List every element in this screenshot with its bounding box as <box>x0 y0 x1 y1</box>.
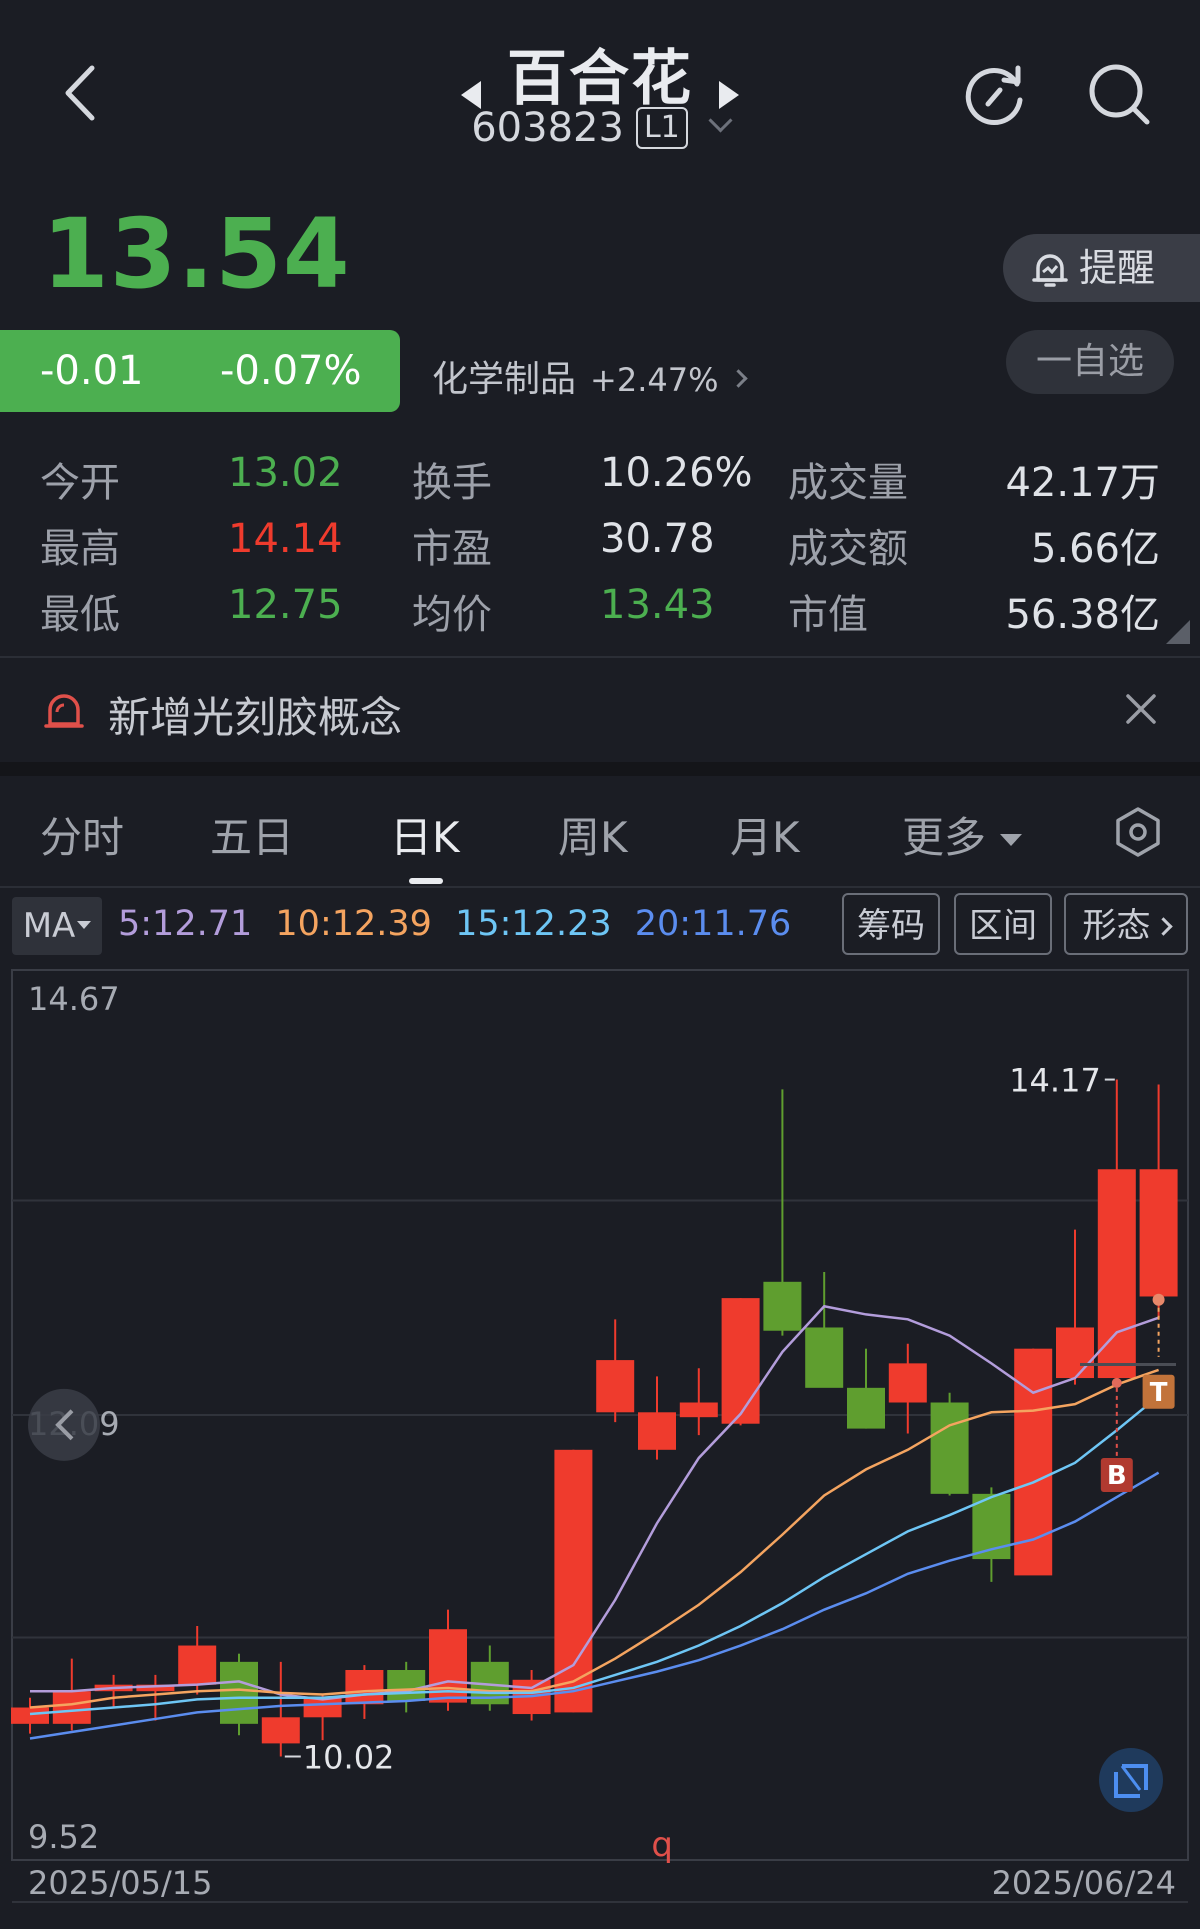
stat-avg-value: 13.43 <box>600 582 715 628</box>
x-end-date: 2025/06/24 <box>992 1864 1176 1902</box>
candle-body <box>52 1691 91 1724</box>
candle-body <box>345 1670 384 1705</box>
candle-body <box>1139 1169 1178 1297</box>
buy-marker-dot <box>1111 1377 1122 1388</box>
candle-body <box>679 1402 718 1418</box>
tp-marker-label: T <box>1150 1378 1168 1408</box>
settings-hexagon-icon[interactable] <box>1112 806 1164 858</box>
industry-name: 化学制品 <box>432 359 577 400</box>
stat-open-value: 13.02 <box>228 450 343 496</box>
stat-open-label: 今开 <box>40 460 120 506</box>
tab-five-day[interactable]: 五日 <box>210 804 294 865</box>
collapse-button <box>28 1388 100 1461</box>
stat-low-value: 12.75 <box>228 582 343 628</box>
tab-intraday[interactable]: 分时 <box>40 804 124 865</box>
candle-body <box>261 1717 300 1744</box>
stock-name: 百合花 <box>507 44 693 114</box>
close-icon[interactable] <box>1122 690 1160 728</box>
candle-body <box>721 1298 760 1424</box>
watchlist-button[interactable]: 一自选 <box>1006 330 1174 394</box>
stat-mktcap-value: 56.38亿 <box>1005 592 1160 638</box>
chips-button[interactable]: 筹码 <box>842 893 940 955</box>
range-button[interactable]: 区间 <box>954 893 1052 955</box>
stat-turnover-label: 换手 <box>412 460 492 506</box>
ma20-value: 20:11.76 <box>634 904 792 944</box>
stat-turnover-value: 10.26% <box>600 450 753 496</box>
ma10-value: 10:12.39 <box>275 904 432 944</box>
tab-more[interactable]: 更多 <box>902 804 1023 865</box>
caret-down-icon <box>1000 834 1023 846</box>
level-badge: L1 <box>635 107 688 149</box>
stat-high-value: 14.14 <box>228 516 343 562</box>
ma5-value: 5:12.71 <box>118 904 253 944</box>
stat-volume-value: 42.17万 <box>1005 460 1160 506</box>
tp-marker-dot <box>1152 1293 1165 1306</box>
candle-body <box>847 1387 885 1429</box>
buy-marker-label: B <box>1107 1461 1127 1491</box>
candle-body <box>638 1412 676 1450</box>
y-tick-label: 9.52 <box>28 1818 99 1856</box>
price-level-line <box>1080 1363 1176 1366</box>
low-marker-label: 10.02 <box>303 1738 395 1776</box>
candle-body <box>11 1707 49 1724</box>
industry-link[interactable]: 化学制品 +2.47% <box>432 350 749 402</box>
current-price: 13.54 <box>42 198 351 310</box>
chevron-down-icon <box>708 108 733 133</box>
active-tab-indicator <box>409 878 443 884</box>
stat-high-label: 最高 <box>40 526 120 572</box>
stat-pe-value: 30.78 <box>600 516 715 562</box>
remind-label: 提醒 <box>1079 246 1156 290</box>
candle-body <box>387 1670 426 1701</box>
candle-body <box>1056 1327 1094 1379</box>
notice-text: 新增光刻胶概念 <box>108 693 403 742</box>
pattern-button[interactable]: 形态 <box>1064 893 1188 955</box>
candle-body <box>763 1281 802 1331</box>
x-start-date: 2025/05/15 <box>28 1864 212 1902</box>
y-tick-label: 14.67 <box>28 980 120 1018</box>
candle-body <box>178 1645 217 1685</box>
tab-weekly-k[interactable]: 周K <box>558 804 628 865</box>
header: 百合花 603823 L1 <box>0 0 1200 170</box>
chevron-right-icon <box>729 369 749 388</box>
ma15-value: 15:12.23 <box>455 904 612 944</box>
caret-down-icon <box>77 921 92 929</box>
candlestick-chart[interactable]: 14.6712.099.522025/05/152025/06/2414.171… <box>0 960 1200 1929</box>
tab-more-label: 更多 <box>902 813 987 862</box>
tab-daily-k[interactable]: 日K <box>390 804 460 865</box>
price-change: -0.01 <box>40 348 144 394</box>
stat-amount-value: 5.66亿 <box>1030 526 1160 572</box>
bell-alert-icon <box>1032 254 1068 287</box>
stat-amount-label: 成交额 <box>788 526 908 572</box>
ma-label: MA <box>22 906 76 946</box>
stat-pe-label: 市盈 <box>412 526 492 572</box>
refresh-icon[interactable] <box>960 60 1030 130</box>
stat-mktcap-label: 市值 <box>788 592 868 638</box>
stat-volume-label: 成交量 <box>788 460 908 506</box>
stat-low-label: 最低 <box>40 592 120 638</box>
expand-stats-icon[interactable] <box>1166 620 1190 644</box>
tab-monthly-k[interactable]: 月K <box>730 804 800 865</box>
high-marker-label: 14.17 <box>1009 1062 1101 1100</box>
pattern-label: 形态 <box>1082 906 1151 946</box>
price-change-pct: -0.07% <box>220 348 362 394</box>
candle-body <box>888 1363 927 1403</box>
event-marker: q <box>651 1825 673 1865</box>
candle-body <box>303 1697 342 1718</box>
stock-code: 603823 <box>471 105 624 151</box>
candle-body <box>805 1327 844 1388</box>
ma-values: 5:12.71 10:12.39 15:12.23 20:11.76 <box>118 904 803 944</box>
stat-avg-label: 均价 <box>412 592 492 638</box>
candle-body <box>596 1360 635 1413</box>
alarm-icon <box>44 694 84 728</box>
candle-body <box>930 1402 969 1494</box>
chevron-right-icon <box>1153 917 1173 936</box>
price-change-box: -0.01 -0.07% <box>0 330 400 412</box>
ma-indicator-selector[interactable]: MA <box>12 897 102 955</box>
candle-body <box>220 1661 258 1724</box>
divider <box>0 886 1200 888</box>
section-gap <box>0 762 1200 776</box>
industry-change: +2.47% <box>590 361 719 399</box>
search-icon[interactable] <box>1085 60 1155 130</box>
